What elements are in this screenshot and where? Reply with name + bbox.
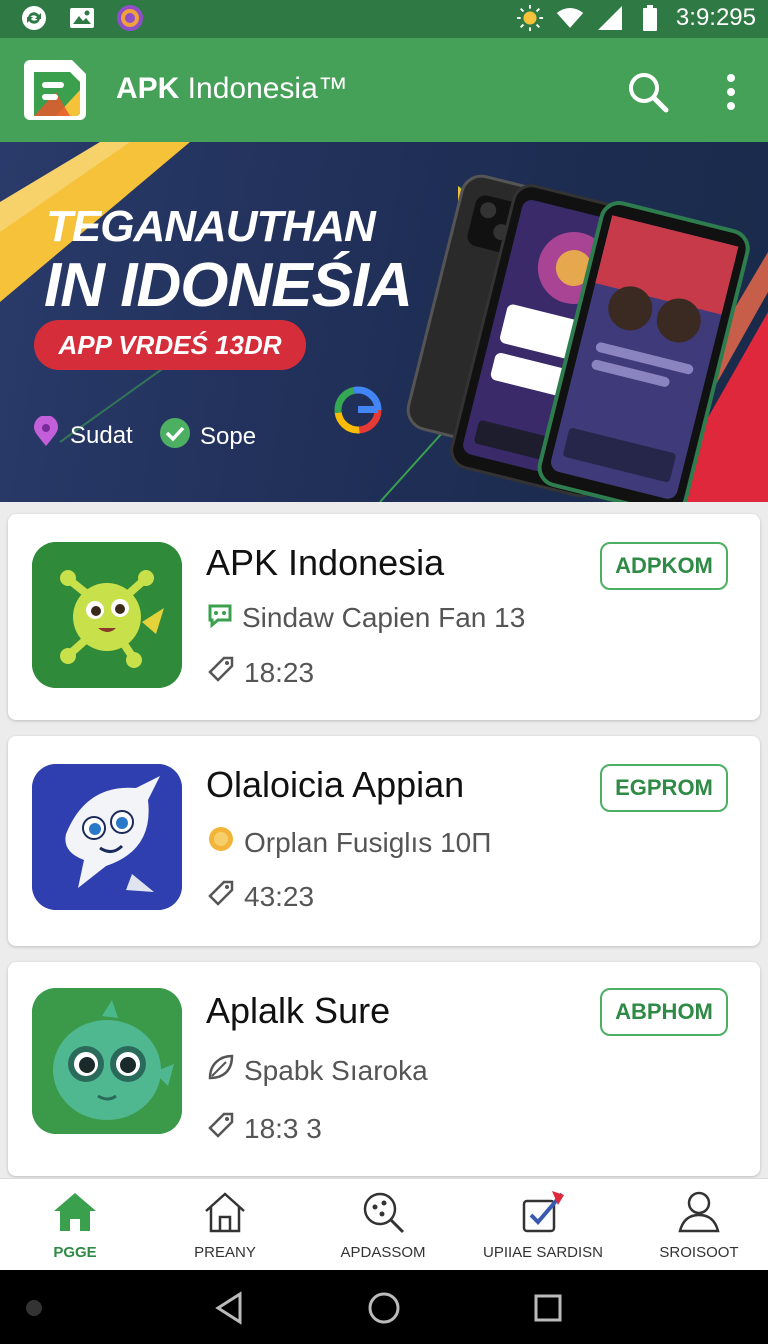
status-time: 3:9:295 (675, 4, 756, 31)
banner-pill-button[interactable]: APP VRDEŚ 13DR (34, 320, 306, 370)
app-time: 43:23 (244, 880, 315, 912)
sync-icon (20, 4, 48, 32)
banner-chip-sope[interactable]: Sope (158, 416, 256, 457)
app-time: 18:23 (244, 656, 315, 688)
location-pin-icon (30, 415, 62, 455)
nav-label: PREANY (194, 1244, 256, 1261)
app-time: 18:3 3 (244, 1112, 322, 1144)
banner-chip-label: Sope (200, 422, 257, 450)
status-right: 3:9:295 (516, 2, 756, 34)
more-vert-icon[interactable] (716, 72, 746, 112)
app-name: APK Indonesia (206, 542, 445, 583)
bottom-navigation: PGGE PREANY APDASSOM UPIIAE SARDISN SROI… (0, 1178, 768, 1270)
signal-icon (596, 4, 624, 32)
promo-banner[interactable]: TEGANAUTHAN IN IDONEŚIA APP VRDEŚ 13DR S… (0, 142, 768, 502)
nav-item-profile[interactable]: SROISOOT (624, 1187, 768, 1267)
install-button[interactable]: EGPROM (600, 764, 728, 812)
wifi-icon (556, 4, 584, 32)
browser-icon (116, 4, 144, 32)
tag-icon (206, 878, 236, 915)
indicator-dot-icon (22, 1296, 46, 1320)
app-subtitle-row: Spabk Sıaroka (206, 1052, 428, 1089)
app-time-row: 18:23 (206, 654, 314, 691)
nav-item-home[interactable]: PGGE (0, 1187, 150, 1267)
app-name: Aplalk Sure (206, 990, 391, 1031)
app-title-bold: APK (116, 72, 180, 105)
update-check-icon (518, 1187, 568, 1242)
green-monster-app-icon (32, 542, 182, 688)
app-subtitle: Sindaw Capien Fan 13 (242, 601, 526, 633)
install-button[interactable]: ADPKOM (600, 542, 728, 590)
nav-item-apdassom[interactable]: APDASSOM (308, 1187, 458, 1267)
banner-chip-label: Sudat (70, 421, 133, 449)
tag-icon (206, 1110, 236, 1147)
green-blob-app-icon (32, 988, 182, 1134)
chat-icon (206, 600, 234, 635)
install-button[interactable]: ABPHOM (600, 988, 728, 1036)
leaf-icon (206, 1052, 236, 1089)
app-card[interactable]: Aplalk Sure Spabk Sıaroka 18:3 3 ABPHOM (8, 962, 760, 1176)
app-bar: APK Indonesia™ (0, 38, 768, 142)
check-circle-icon (158, 416, 192, 457)
tag-icon (206, 654, 236, 691)
home-filled-icon (50, 1187, 100, 1242)
status-left-icons (20, 4, 144, 32)
nav-label: PGGE (53, 1244, 97, 1261)
nav-label: SROISOOT (659, 1244, 739, 1261)
app-subtitle: Spabk Sıaroka (244, 1054, 428, 1086)
profile-icon (674, 1187, 724, 1242)
banner-headline-1: TEGANAUTHAN (46, 202, 376, 251)
app-subtitle-row: Orplan Fusiglıs 10Π (206, 824, 491, 861)
app-title: APK Indonesia™ (116, 72, 348, 106)
nav-label: UPIIAE SARDISN (482, 1244, 604, 1261)
app-card[interactable]: Olaloicia Appian Orplan Fusiglıs 10Π 43:… (8, 736, 760, 946)
home-button-icon[interactable] (366, 1290, 402, 1326)
system-navigation-bar (0, 1270, 768, 1344)
brightness-icon (516, 4, 544, 32)
status-bar: 3:9:295 (0, 0, 768, 38)
app-name: Olaloicia Appian (206, 764, 465, 805)
battery-icon (636, 4, 664, 32)
nav-label: APDASSOM (340, 1244, 426, 1261)
gallery-icon (68, 4, 96, 32)
app-time-row: 18:3 3 (206, 1110, 322, 1147)
search-discover-icon (358, 1187, 408, 1242)
nav-item-preany[interactable]: PREANY (150, 1187, 300, 1267)
app-time-row: 43:23 (206, 878, 314, 915)
banner-chip-sudat[interactable]: Sudat (30, 415, 133, 455)
back-icon[interactable] (212, 1290, 248, 1326)
recents-icon[interactable] (530, 1290, 566, 1326)
app-card[interactable]: APK Indonesia Sindaw Capien Fan 13 18:23… (8, 514, 760, 720)
white-fish-app-icon (32, 764, 182, 910)
coin-icon (206, 824, 236, 861)
app-subtitle-row: Sindaw Capien Fan 13 (206, 600, 525, 635)
search-icon[interactable] (626, 70, 670, 114)
app-subtitle: Orplan Fusiglıs 10Π (244, 826, 492, 858)
app-title-rest: Indonesia™ (179, 72, 348, 105)
nav-item-updates[interactable]: UPIIAE SARDISN (468, 1187, 618, 1267)
home-outline-icon (200, 1187, 250, 1242)
app-logo-icon[interactable] (20, 54, 92, 126)
banner-headline-2: IN IDONEŚIA (44, 251, 413, 320)
